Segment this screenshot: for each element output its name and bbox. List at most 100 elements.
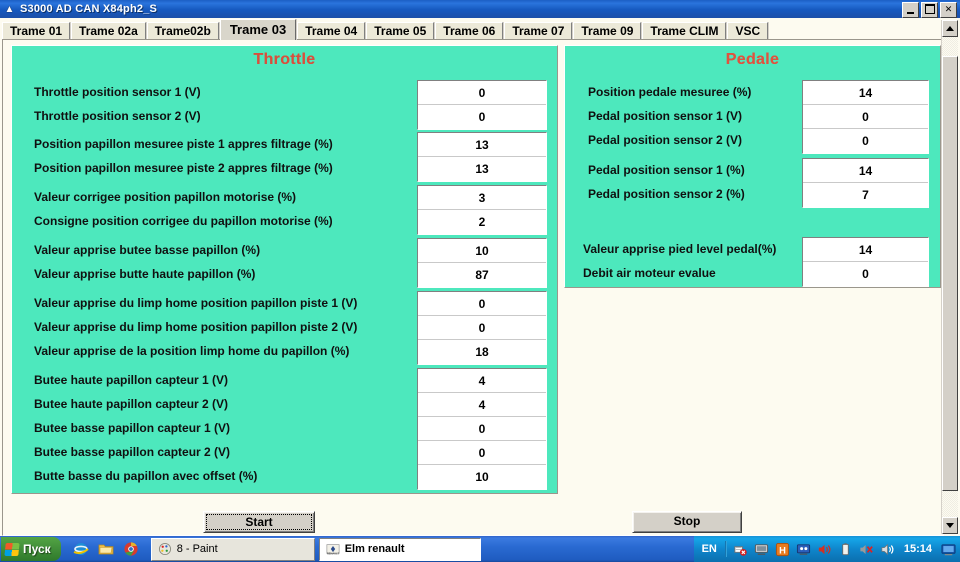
- windows-flag-icon: [4, 542, 20, 556]
- client-area: Throttle Throttle position sensor 1 (V) …: [2, 39, 944, 536]
- internet-explorer-icon[interactable]: [73, 541, 89, 557]
- throttle-label-valeur-corrigee: Valeur corrigee position papillon motori…: [34, 190, 297, 204]
- pedale-value-sensor1-v[interactable]: 0: [803, 105, 928, 129]
- throttle-label-butee-basse-capteur2: Butee basse papillon capteur 2 (V): [34, 445, 231, 459]
- tab-trame-07[interactable]: Trame 07: [504, 22, 573, 40]
- taskbar-item-paint[interactable]: 8 - Paint: [150, 537, 315, 561]
- pedale-fieldbox-1[interactable]: 14 0 0: [802, 80, 929, 154]
- monitor-icon[interactable]: [754, 542, 769, 557]
- throttle-value-butee-haute-capteur1[interactable]: 4: [418, 369, 546, 393]
- start-button-label: Start: [206, 514, 312, 530]
- throttle-label-butee-haute-capteur1: Butee haute papillon capteur 1 (V): [34, 373, 229, 387]
- pedale-fieldbox-3[interactable]: 14 0: [802, 237, 929, 287]
- window-controls: ✕: [902, 2, 957, 18]
- tab-trame-02b[interactable]: Trame02b: [146, 22, 219, 40]
- tray-clock[interactable]: 15:14: [904, 543, 932, 555]
- throttle-value-valeur-corrigee[interactable]: 3: [418, 186, 546, 210]
- tab-vsc[interactable]: VSC: [727, 22, 769, 40]
- window-title: S3000 AD CAN X84ph2_S: [20, 3, 158, 15]
- tab-trame-05[interactable]: Trame 05: [366, 22, 435, 40]
- antivirus-icon[interactable]: H: [775, 542, 790, 557]
- throttle-value-butee-basse-capteur2[interactable]: 0: [418, 441, 546, 465]
- throttle-value-tps2[interactable]: 0: [418, 105, 546, 129]
- tab-trame-01[interactable]: Trame 01: [2, 22, 71, 40]
- close-button[interactable]: ✕: [940, 2, 957, 18]
- pedale-value-sensor2-v[interactable]: 0: [803, 129, 928, 153]
- speaker-icon[interactable]: [880, 542, 895, 557]
- pedale-value-pied-level[interactable]: 14: [803, 238, 928, 262]
- throttle-label-butte-haute-apprise: Valeur apprise butte haute papillon (%): [34, 267, 256, 281]
- pedale-label-debit-air: Debit air moteur evalue: [583, 266, 716, 280]
- sound-muted-icon[interactable]: [859, 542, 874, 557]
- throttle-fieldbox-3[interactable]: 3 2: [417, 185, 547, 235]
- tab-trame-02a[interactable]: Trame 02a: [71, 22, 146, 40]
- tab-trame-06[interactable]: Trame 06: [435, 22, 504, 40]
- throttle-label-butte-basse-offset: Butte basse du papillon avec offset (%): [34, 469, 258, 483]
- throttle-value-butee-basse-capteur1[interactable]: 0: [418, 417, 546, 441]
- pedale-value-sensor1-pct[interactable]: 14: [803, 159, 928, 183]
- scroll-down-button[interactable]: [942, 517, 958, 534]
- pedale-group-1: Position pedale mesuree (%) Pedal positi…: [588, 80, 929, 154]
- maximize-button[interactable]: [921, 2, 938, 18]
- pedale-group-2: Pedal position sensor 1 (%) Pedal positi…: [588, 158, 929, 208]
- throttle-label-butee-haute-capteur2: Butee haute papillon capteur 2 (V): [34, 397, 229, 411]
- pedale-value-debit-air[interactable]: 0: [803, 262, 928, 286]
- throttle-fieldbox-1[interactable]: 0 0: [417, 80, 547, 130]
- language-indicator[interactable]: EN: [702, 543, 717, 555]
- throttle-panel-title: Throttle: [253, 51, 316, 68]
- throttle-group-4: Valeur apprise butee basse papillon (%) …: [34, 238, 547, 288]
- throttle-fieldbox-2[interactable]: 13 13: [417, 132, 547, 182]
- stop-button[interactable]: Stop: [632, 511, 742, 533]
- throttle-value-butte-haute-apprise[interactable]: 87: [418, 263, 546, 287]
- throttle-value-limp-home-piste2[interactable]: 0: [418, 316, 546, 340]
- throttle-group-5: Valeur apprise du limp home position pap…: [34, 291, 547, 365]
- taskbar: Пуск 8 - Paint RENAULT Elm renault EN H …: [0, 536, 960, 562]
- network-disconnected-icon[interactable]: [733, 542, 748, 557]
- throttle-value-consigne-position[interactable]: 2: [418, 210, 546, 234]
- tab-trame-03[interactable]: Trame 03: [219, 19, 297, 40]
- vertical-scrollbar[interactable]: [941, 20, 958, 534]
- pedale-value-sensor2-pct[interactable]: 7: [803, 183, 928, 207]
- throttle-fieldbox-4[interactable]: 10 87: [417, 238, 547, 288]
- pedale-label-sensor2-v: Pedal position sensor 2 (V): [588, 133, 743, 147]
- taskbar-item-elm-renault[interactable]: RENAULT Elm renault: [318, 537, 481, 561]
- app-icon: ▲: [4, 3, 15, 15]
- folder-icon[interactable]: [98, 541, 114, 557]
- pedale-panel: Pedale Position pedale mesuree (%) Pedal…: [564, 45, 941, 288]
- volume-icon[interactable]: [817, 542, 832, 557]
- title-bar: ▲ S3000 AD CAN X84ph2_S ✕: [0, 0, 960, 18]
- start-button[interactable]: Start: [203, 511, 315, 533]
- throttle-label-butee-basse-capteur1: Butee basse papillon capteur 1 (V): [34, 421, 231, 435]
- chrome-icon[interactable]: [123, 541, 139, 557]
- taskbar-item-elm-renault-label: Elm renault: [344, 543, 405, 555]
- system-tray: EN H 15:14: [693, 536, 960, 562]
- scrollbar-thumb[interactable]: [942, 56, 958, 491]
- tab-strip-filler: [769, 23, 941, 40]
- taskbar-item-paint-label: 8 - Paint: [176, 543, 218, 555]
- pedale-fieldbox-2[interactable]: 14 7: [802, 158, 929, 208]
- throttle-value-limp-home-position[interactable]: 18: [418, 340, 546, 364]
- tab-trame-09[interactable]: Trame 09: [573, 22, 642, 40]
- throttle-value-limp-home-piste1[interactable]: 0: [418, 292, 546, 316]
- throttle-value-butee-basse-apprise[interactable]: 10: [418, 239, 546, 263]
- minimize-button[interactable]: [902, 2, 919, 18]
- scroll-up-arrow-icon: [946, 26, 954, 31]
- throttle-value-butee-haute-capteur2[interactable]: 4: [418, 393, 546, 417]
- tab-trame-04[interactable]: Trame 04: [297, 22, 366, 40]
- throttle-value-tps1[interactable]: 0: [418, 81, 546, 105]
- pedale-value-position-mesuree[interactable]: 14: [803, 81, 928, 105]
- throttle-label-limp-home-position: Valeur apprise de la position limp home …: [34, 344, 350, 358]
- throttle-fieldbox-6[interactable]: 4 4 0 0 10: [417, 368, 547, 490]
- throttle-value-pos-piste2[interactable]: 13: [418, 157, 546, 181]
- application-window: ▲ S3000 AD CAN X84ph2_S ✕ Trame 01 Trame…: [0, 0, 960, 562]
- throttle-value-pos-piste1[interactable]: 13: [418, 133, 546, 157]
- scroll-up-button[interactable]: [942, 20, 958, 37]
- start-menu-button[interactable]: Пуск: [1, 537, 61, 561]
- throttle-fieldbox-5[interactable]: 0 0 18: [417, 291, 547, 365]
- tab-trame-clim[interactable]: Trame CLIM: [642, 22, 727, 40]
- throttle-value-butte-basse-offset[interactable]: 10: [418, 465, 546, 489]
- battery-icon[interactable]: [838, 542, 853, 557]
- show-desktop-icon[interactable]: [941, 542, 956, 557]
- pedale-label-sensor1-v: Pedal position sensor 1 (V): [588, 109, 743, 123]
- remote-desktop-icon[interactable]: [796, 542, 811, 557]
